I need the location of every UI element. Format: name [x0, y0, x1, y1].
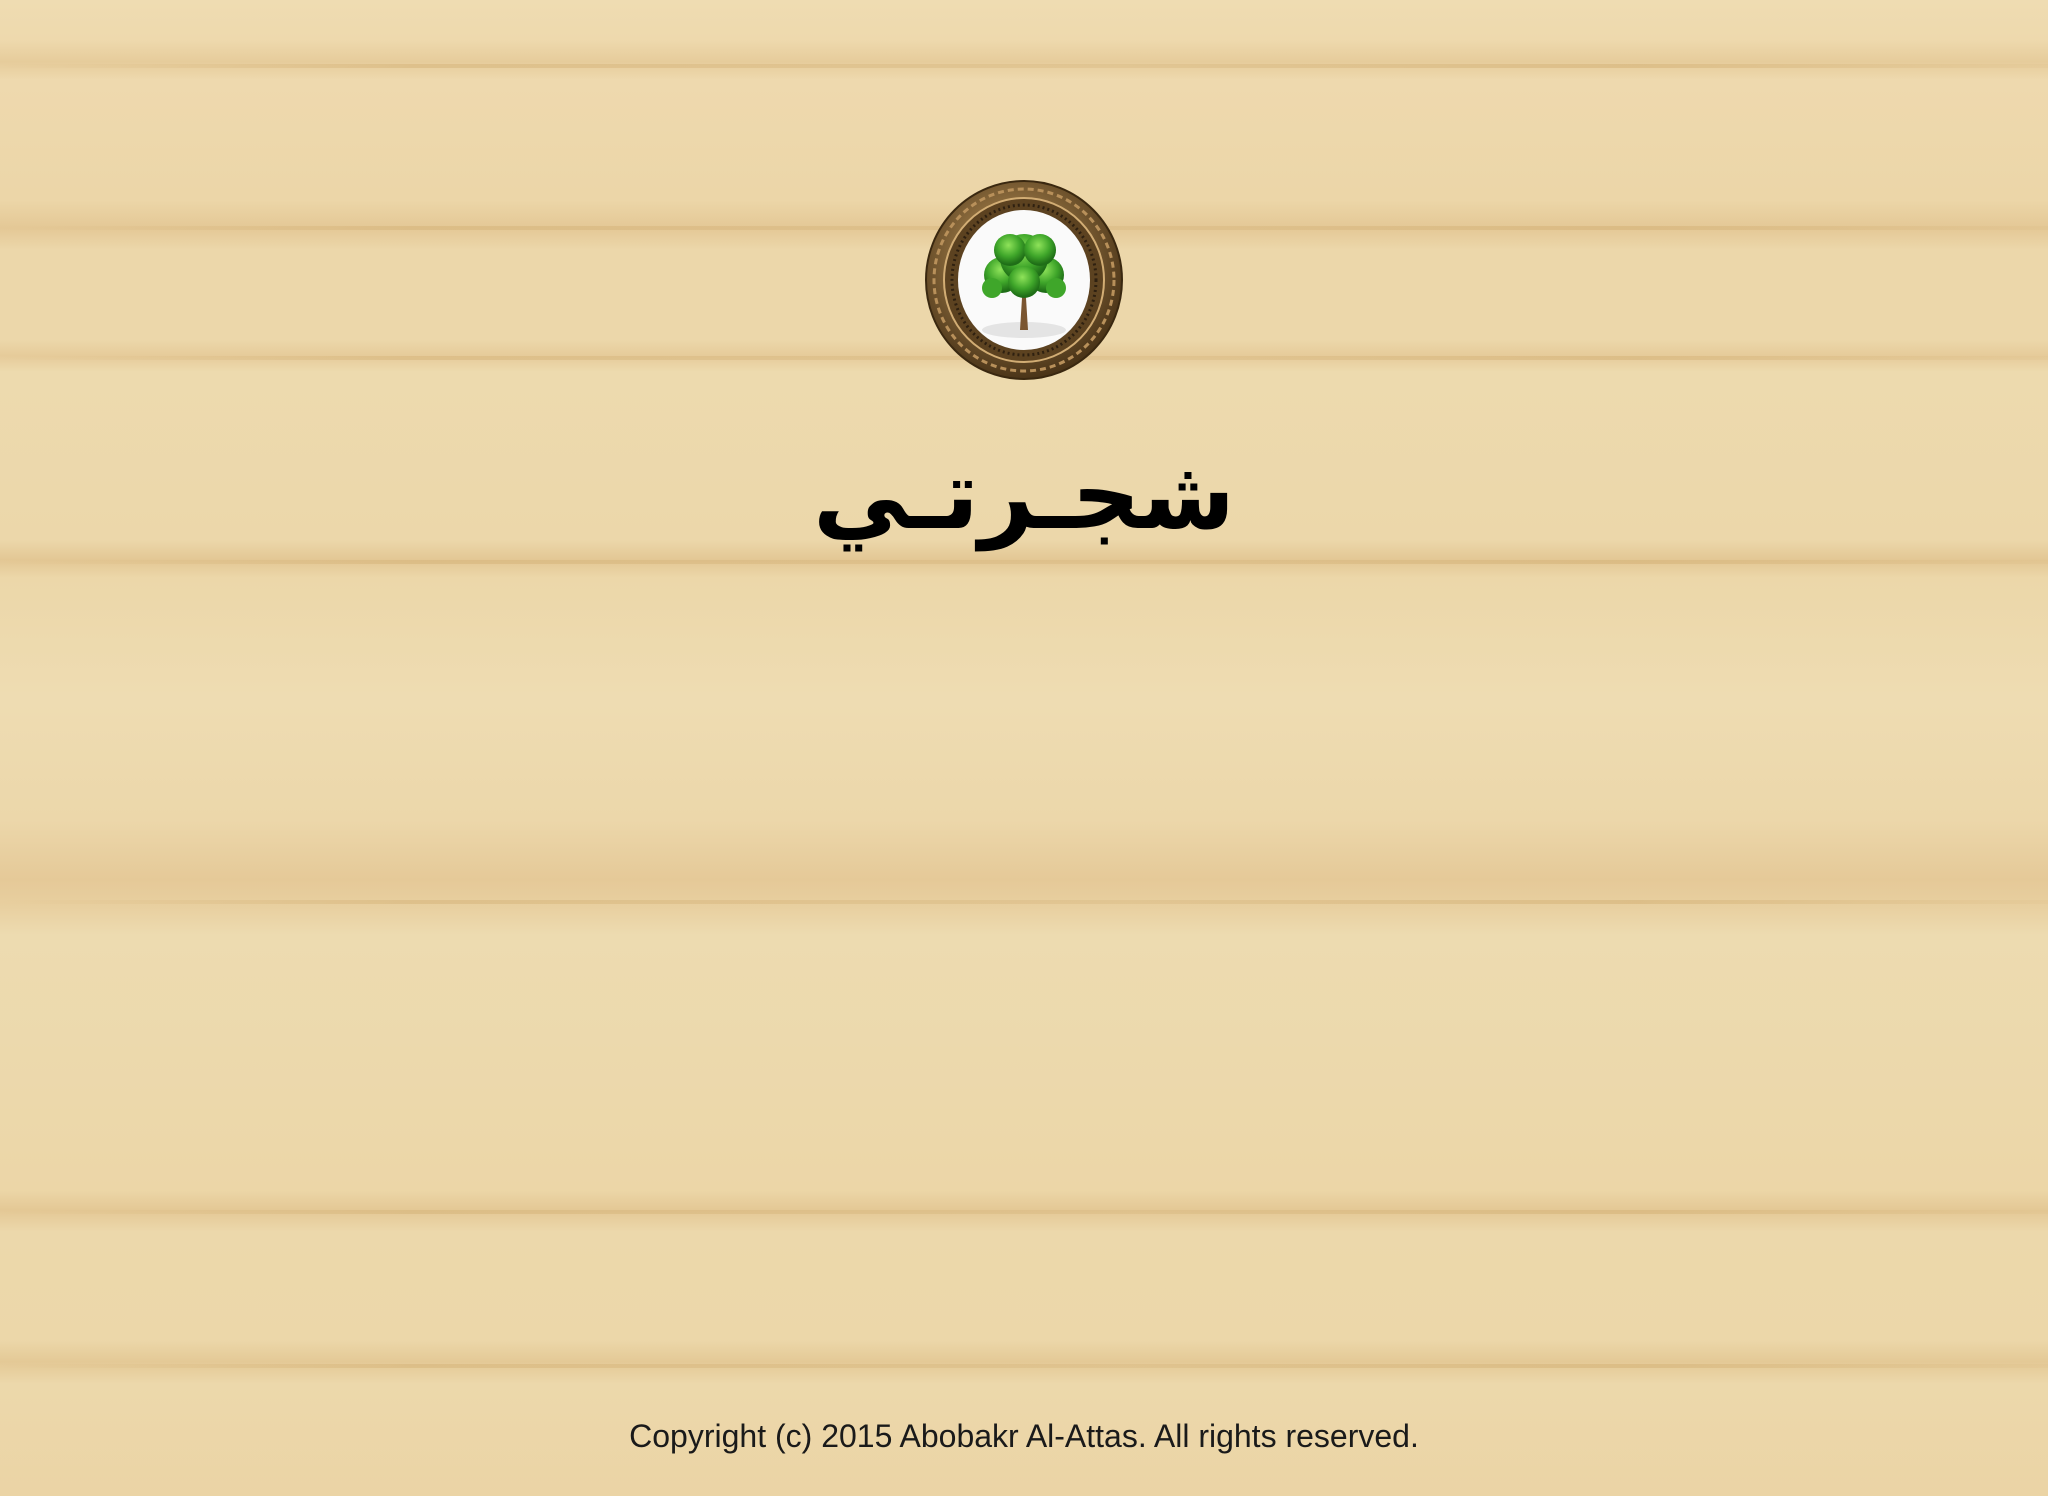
- app-title: شجـرتـي: [812, 439, 1236, 551]
- tree-logo-icon: [924, 180, 1124, 380]
- wood-grain-line: [0, 560, 2048, 564]
- wood-grain-line: [0, 64, 2048, 68]
- wood-grain-line: [0, 1210, 2048, 1214]
- copyright-text: Copyright (c) 2015 Abobakr Al-Attas. All…: [629, 1418, 1419, 1454]
- wood-grain-line: [0, 900, 2048, 904]
- wood-grain-line: [0, 1364, 2048, 1368]
